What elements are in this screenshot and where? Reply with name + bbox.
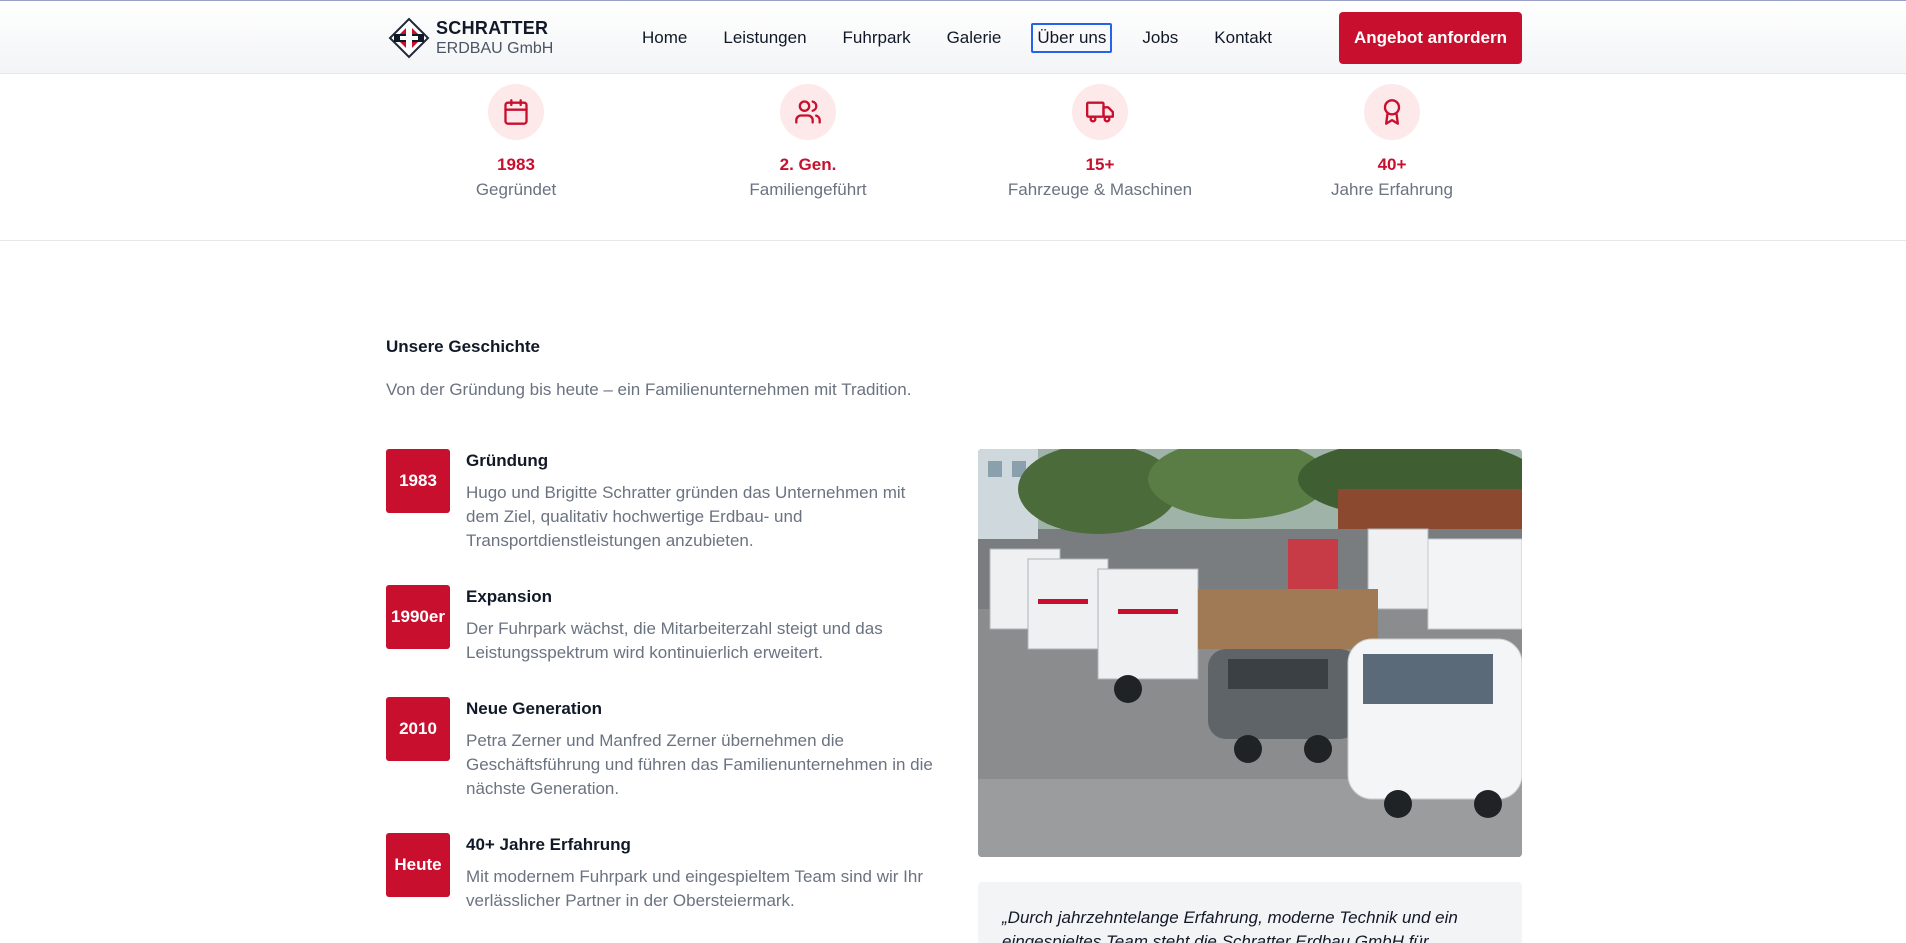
timeline-year-badge: 2010 [386, 697, 450, 761]
timeline-text: Petra Zerner und Manfred Zerner übernehm… [466, 731, 933, 798]
brand-text: SCHRATTER ERDBAU GmbH [436, 18, 553, 59]
timeline-text: Der Fuhrpark wächst, die Mitarbeiterzahl… [466, 619, 883, 662]
stat-experience: 40+ Jahre Erfahrung [1272, 84, 1512, 200]
nav-galerie[interactable]: Galerie [941, 23, 1008, 53]
company-logo [388, 17, 430, 59]
brand-name: SCHRATTER [436, 17, 549, 38]
stat-value: 1983 [497, 155, 535, 174]
timeline-year-badge: 1990er [386, 585, 450, 649]
quote-text: „Durch jahrzehntelange Erfahrung, modern… [1002, 908, 1458, 943]
section-title: Unsere Geschichte [386, 337, 541, 356]
nav-leistungen[interactable]: Leistungen [717, 23, 812, 53]
brand-logo-link[interactable]: SCHRATTER ERDBAU GmbH [386, 15, 553, 61]
award-icon [1364, 84, 1420, 140]
stat-value: 40+ [1377, 155, 1407, 174]
nav-ueber-uns[interactable]: Über uns [1031, 23, 1113, 53]
timeline-text: Hugo und Brigitte Schratter gründen das … [466, 483, 906, 550]
stat-value: 15+ [1085, 155, 1115, 174]
timeline-item: 1983 Gründung Hugo und Brigitte Schratte… [386, 449, 936, 553]
fleet-photo [978, 449, 1522, 857]
timeline-year-badge: 1983 [386, 449, 450, 513]
timeline-year-badge: Heute [386, 833, 450, 897]
timeline-item: Heute 40+ Jahre Erfahrung Mit modernem F… [386, 833, 936, 913]
stat-label: Gegründet [475, 180, 557, 199]
truck-icon [1072, 84, 1128, 140]
nav-kontakt[interactable]: Kontakt [1208, 23, 1278, 53]
stat-label: Jahre Erfahrung [1331, 180, 1453, 199]
timeline-text: Mit modernem Fuhrpark und eingespieltem … [466, 867, 923, 910]
stat-value: 2. Gen. [779, 155, 837, 174]
timeline-title: Expansion [466, 587, 552, 606]
calendar-icon [488, 84, 544, 140]
stat-founded: 1983 Gegründet [396, 84, 636, 200]
brand-subtitle: ERDBAU GmbH [436, 40, 554, 58]
users-icon [780, 84, 836, 140]
section-subtitle: Von der Gründung bis heute – ein Familie… [386, 380, 912, 399]
nav-home[interactable]: Home [636, 23, 693, 53]
stat-label: Familiengeführt [749, 180, 867, 199]
main-navigation: Home Leistungen Fuhrpark Galerie Über un… [636, 23, 1278, 53]
stats-bar: 1983 Gegründet 2. Gen. Familiengeführt 1… [0, 74, 1906, 241]
nav-fuhrpark[interactable]: Fuhrpark [837, 23, 917, 53]
site-header: SCHRATTER ERDBAU GmbH Home Leistungen Fu… [0, 0, 1906, 74]
stat-vehicles: 15+ Fahrzeuge & Maschinen [980, 84, 1220, 200]
quote-box: „Durch jahrzehntelange Erfahrung, modern… [978, 882, 1522, 943]
timeline-title: Gründung [466, 451, 549, 470]
timeline-item: 2010 Neue Generation Petra Zerner und Ma… [386, 697, 936, 801]
timeline-title: Neue Generation [466, 699, 603, 718]
timeline-title: 40+ Jahre Erfahrung [466, 835, 631, 854]
stat-family: 2. Gen. Familiengeführt [688, 84, 928, 200]
timeline-item: 1990er Expansion Der Fuhrpark wächst, di… [386, 585, 936, 665]
request-quote-button[interactable]: Angebot anfordern [1339, 12, 1522, 64]
stat-label: Fahrzeuge & Maschinen [1007, 180, 1193, 199]
nav-jobs[interactable]: Jobs [1136, 23, 1184, 53]
